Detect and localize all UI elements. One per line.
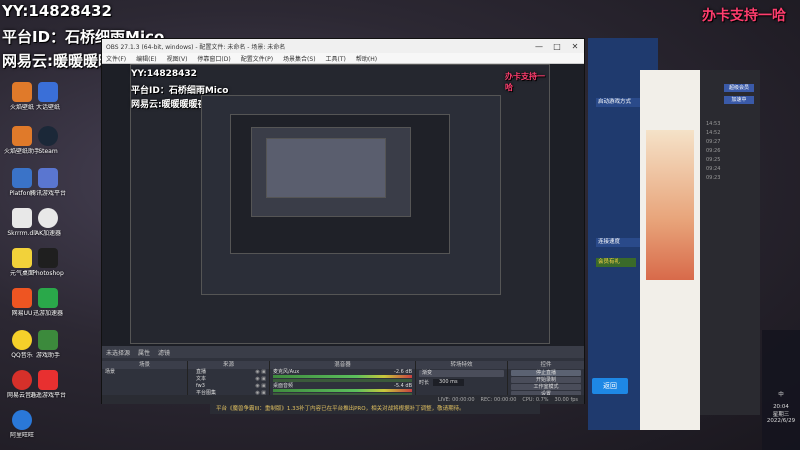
- menu-file[interactable]: 文件(F): [106, 54, 126, 63]
- preview-mirror-5: [266, 138, 386, 198]
- controls-header: 控件: [508, 361, 584, 369]
- app-tag: 加速中: [724, 96, 754, 104]
- minimize-button[interactable]: —: [530, 42, 548, 51]
- preview-mirror-4: [251, 127, 411, 217]
- sources-header: 来源: [188, 361, 269, 369]
- app-label: 会员有礼: [596, 258, 636, 267]
- background-image-panel: [640, 70, 700, 430]
- clock-weekday: 星期三: [772, 412, 790, 418]
- menu-docks[interactable]: 停靠窗口(D): [197, 54, 230, 63]
- source-row[interactable]: 文本 ◉ ▣: [188, 376, 269, 383]
- scene-item[interactable]: 场景: [102, 369, 187, 376]
- mixer-header: 混音器: [270, 361, 415, 369]
- source-row[interactable]: 直播 ◉ ▣: [188, 369, 269, 376]
- return-button[interactable]: 返回: [592, 378, 628, 394]
- rec-timer: REC: 00:00:00: [480, 396, 517, 403]
- clock-date: 2022/6/29: [766, 418, 796, 424]
- eye-icon[interactable]: ◉ ▣: [255, 376, 269, 383]
- start-recording-button[interactable]: 开始录制: [511, 377, 581, 383]
- app-icon: [38, 168, 58, 188]
- app-icon: [38, 248, 58, 268]
- fps-readout: 30.00 fps: [554, 396, 578, 403]
- menu-help[interactable]: 帮助(H): [356, 54, 377, 63]
- obs-dock: 未选择源 属性 滤镜 场景 场景 来源 直播 ◉ ▣ 文本 ◉ ▣ fw3 ◉ ▣ 平…: [102, 346, 584, 404]
- maximize-button[interactable]: □: [548, 42, 566, 51]
- obs-menubar: 文件(F) 编辑(E) 视图(V) 停靠窗口(D) 配置文件(P) 场景集合(S…: [102, 53, 584, 64]
- obs-window[interactable]: OBS 27.1.3 (64-bit, windows) - 配置文件: 未命名…: [101, 38, 585, 404]
- window-controls: — □ ✕: [530, 42, 584, 51]
- preview-mirror-2: [201, 95, 501, 295]
- time-list: 14:53 14:52 09:27 09:26 09:25 09:24 09:2…: [706, 121, 721, 181]
- obs-preview[interactable]: YY:14828432 平台ID：石桥细雨Mico 网易云:暖暖暖暖夜 办卡支持…: [102, 64, 584, 346]
- scenes-header: 场景: [102, 361, 187, 369]
- menu-scene-collection[interactable]: 场景集合(S): [283, 54, 316, 63]
- transition-select[interactable]: 渐变: [419, 370, 504, 377]
- menu-profile[interactable]: 配置文件(P): [241, 54, 273, 63]
- app-icon: [38, 82, 58, 102]
- menu-edit[interactable]: 编辑(E): [136, 54, 156, 63]
- desktop-icon-16[interactable]: 阿里旺旺: [2, 410, 42, 439]
- volume-meter: [273, 389, 412, 392]
- desktop-icon-1[interactable]: 大话壁纸: [28, 82, 68, 111]
- source-row[interactable]: fw3 ◉ ▣: [188, 383, 269, 390]
- desktop-icon-5[interactable]: 腾讯游戏平台: [28, 168, 68, 197]
- desktop-icon-13[interactable]: 游戏助手: [28, 330, 68, 359]
- obs-title-bar[interactable]: OBS 27.1.3 (64-bit, windows) - 配置文件: 未命名…: [102, 39, 584, 53]
- obs-statusbar: LIVE: 00:00:00 REC: 00:00:00 CPU: 0.7% 3…: [102, 395, 584, 404]
- transitions-header: 转场特效: [416, 361, 507, 369]
- mirror-yy-id: YY:14828432: [131, 69, 197, 79]
- app-icon: [38, 330, 58, 350]
- desktop-icon-15[interactable]: 逍遥游戏平台: [28, 370, 68, 399]
- mirror-netease: 网易云:暖暖暖暖夜: [131, 100, 207, 110]
- filters-button[interactable]: 滤镜: [158, 348, 170, 357]
- duration-row: 时长 300 ms: [416, 378, 507, 387]
- cpu-usage: CPU: 0.7%: [522, 396, 549, 403]
- overlay-ban-card: 办卡支持一哈: [702, 8, 786, 24]
- mirror-ban-card: 办卡支持一哈: [505, 72, 545, 92]
- app-tag: 超级会员: [724, 84, 754, 92]
- dock-tabbar: 未选择源 属性 滤镜: [102, 346, 584, 358]
- app-icon: [38, 288, 58, 308]
- app-label: 连接速度: [596, 238, 646, 247]
- app-icon: [38, 370, 58, 390]
- volume-meter: [273, 375, 412, 378]
- studio-mode-button[interactable]: 工作室模式: [511, 384, 581, 390]
- notice-bar: 平台《魔兽争霸III：重制版》1.33补丁内容已在平台推出PRO，相关对战将根据…: [210, 404, 540, 414]
- system-tray: 中 20:04 星期三 2022/6/29: [762, 330, 800, 450]
- steam-icon: [38, 126, 58, 146]
- close-button[interactable]: ✕: [566, 42, 584, 51]
- preview-mirror-3: [230, 114, 450, 254]
- duration-input[interactable]: 300 ms: [433, 379, 464, 386]
- preview-mirror-1: YY:14828432 平台ID：石桥细雨Mico 网易云:暖暖暖暖夜 办卡支持…: [130, 64, 550, 344]
- overlay-yy-id: YY:14828432: [2, 2, 112, 20]
- stop-streaming-button[interactable]: 停止直播: [511, 370, 581, 376]
- no-source-label: 未选择源: [106, 349, 131, 357]
- app-icon: [38, 208, 58, 228]
- volume-slider[interactable]: [273, 379, 412, 382]
- desktop-icon-11[interactable]: 迅游加速器: [28, 288, 68, 317]
- desktop-icon-9[interactable]: Photoshop: [28, 248, 68, 277]
- eye-icon[interactable]: ◉ ▣: [255, 383, 269, 390]
- desktop-icon-7[interactable]: AK加速器: [28, 208, 68, 237]
- eye-icon[interactable]: ◉ ▣: [255, 369, 269, 376]
- desktop-icon-3[interactable]: Steam: [28, 126, 68, 155]
- live-timer: LIVE: 00:00:00: [437, 396, 475, 403]
- app-label: 启动游戏方式: [596, 98, 646, 107]
- menu-tools[interactable]: 工具(T): [326, 54, 346, 63]
- obs-title: OBS 27.1.3 (64-bit, windows) - 配置文件: 未命名…: [106, 43, 286, 51]
- properties-button[interactable]: 属性: [138, 348, 150, 357]
- app-icon: [12, 410, 32, 430]
- background-chat-panel: 超级会员 加速中 14:53 14:52 09:27 09:26 09:25 0…: [700, 70, 760, 415]
- menu-view[interactable]: 视图(V): [167, 54, 188, 63]
- ime-indicator[interactable]: 中: [762, 390, 800, 398]
- building-image: [646, 130, 694, 280]
